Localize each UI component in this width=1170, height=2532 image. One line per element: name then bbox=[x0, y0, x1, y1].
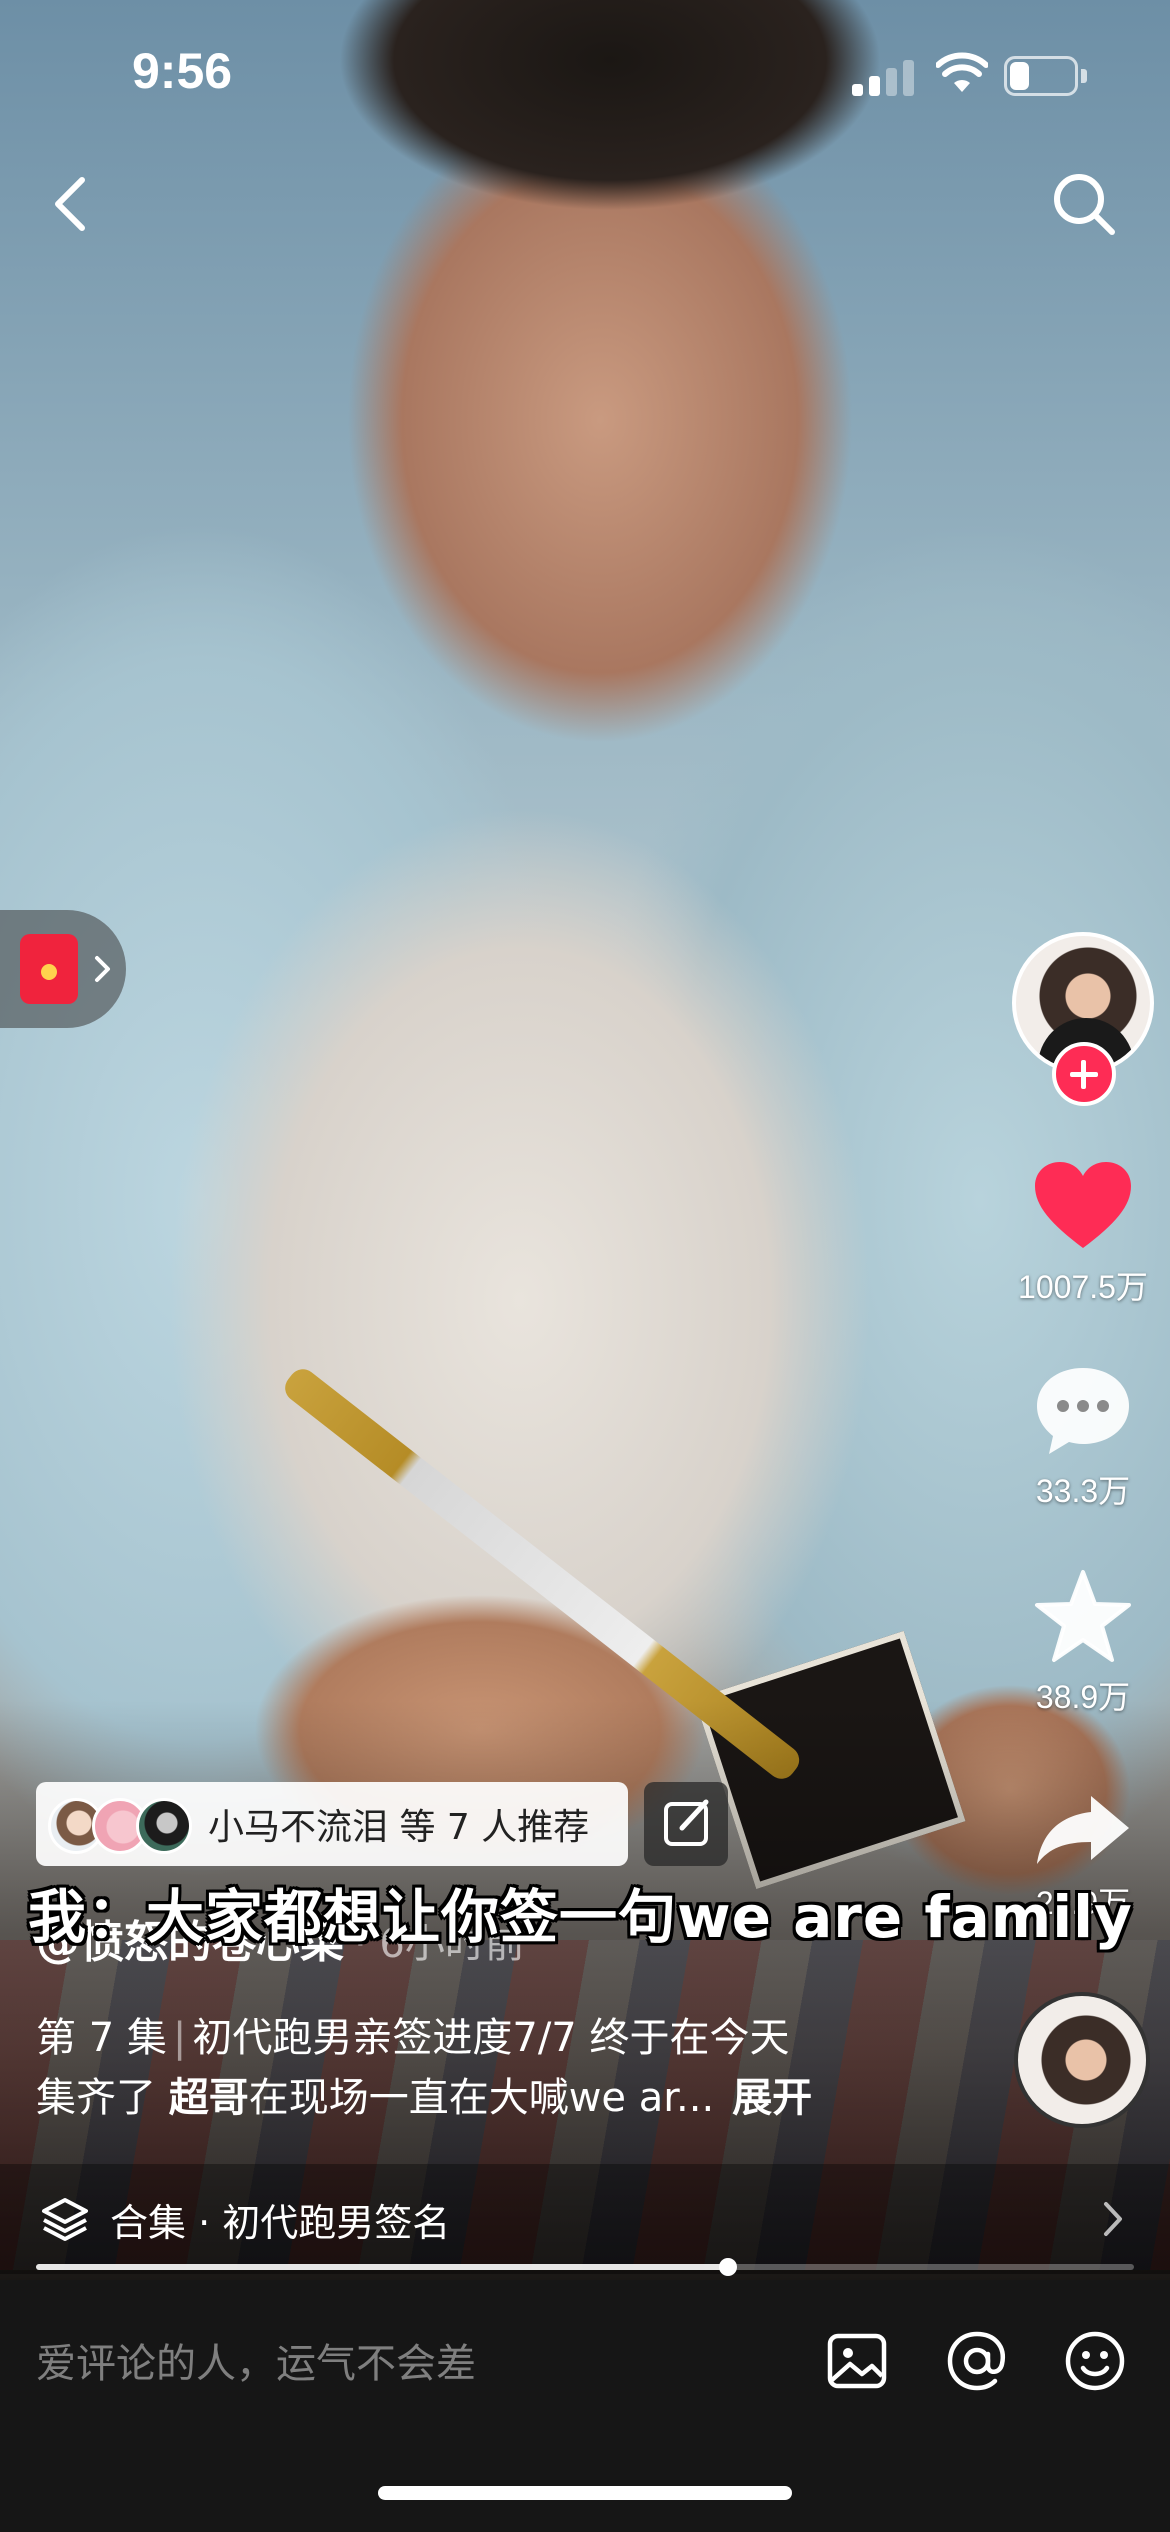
home-indicator[interactable] bbox=[378, 2486, 792, 2500]
share-arrow-icon bbox=[1037, 1796, 1129, 1864]
music-disc-avatar[interactable] bbox=[1014, 1992, 1150, 2128]
image-icon[interactable] bbox=[822, 2326, 892, 2396]
recommend-banner[interactable]: 小马不流泪 等 7 人推荐 bbox=[36, 1782, 628, 1866]
layers-icon bbox=[42, 2198, 88, 2241]
mention-link[interactable]: 超哥 bbox=[169, 2075, 249, 2121]
comment-bubble-icon bbox=[1037, 1368, 1129, 1454]
search-icon[interactable] bbox=[1050, 170, 1118, 238]
progress-fill bbox=[36, 2264, 728, 2270]
description-line2-post: 在现场一直在大喊we ar... bbox=[248, 2075, 715, 2121]
divider: | bbox=[172, 2015, 187, 2061]
comment-count: 33.3万 bbox=[1035, 1473, 1131, 1509]
wifi-icon bbox=[936, 52, 988, 92]
edit-recommend-button[interactable] bbox=[644, 1782, 728, 1866]
status-bar: 9:56 bbox=[0, 0, 1170, 150]
author-avatar-group bbox=[1012, 932, 1154, 1112]
video-progress-bar[interactable] bbox=[36, 2258, 1134, 2276]
video-subtitle: 我：大家都想让你签一句we are family bbox=[28, 1883, 1133, 1951]
red-packet-button[interactable] bbox=[0, 910, 126, 1028]
collection-bar[interactable]: 合集 · 初代跑男签名 bbox=[0, 2164, 1170, 2274]
chevron-right-icon bbox=[1104, 2202, 1122, 2236]
description-line2-pre: 集齐了 bbox=[36, 2075, 169, 2121]
progress-knob[interactable] bbox=[718, 2258, 737, 2276]
chevron-left-icon[interactable] bbox=[48, 172, 92, 236]
edit-icon bbox=[664, 1799, 709, 1846]
recommend-text: 小马不流泪 等 7 人推荐 bbox=[208, 1807, 590, 1848]
favorite-button[interactable]: 38.9万 bbox=[1003, 1568, 1163, 1718]
follow-plus-button[interactable] bbox=[1052, 1042, 1116, 1106]
at-icon[interactable] bbox=[942, 2326, 1012, 2396]
chevron-right-icon bbox=[95, 956, 110, 982]
expand-button[interactable]: 展开 bbox=[732, 2075, 812, 2121]
like-count: 1007.5万 bbox=[1018, 1269, 1148, 1305]
status-time: 9:56 bbox=[132, 43, 233, 99]
battery-icon bbox=[1004, 56, 1088, 96]
episode-label: 第 7 集 bbox=[36, 2015, 167, 2061]
favorite-count: 38.9万 bbox=[1035, 1679, 1131, 1715]
recommender-avatars bbox=[48, 1792, 204, 1856]
description-line1: 初代跑男亲签进度7/7 终于在今天 bbox=[192, 2015, 790, 2061]
cellular-signal-icon bbox=[852, 58, 914, 96]
red-envelope-icon bbox=[20, 934, 78, 1004]
emoji-icon[interactable] bbox=[1060, 2326, 1130, 2396]
comment-button[interactable]: 33.3万 bbox=[1003, 1362, 1163, 1512]
video-description[interactable]: 第 7 集 | 初代跑男亲签进度7/7 终于在今天 集齐了 超哥在现场一直在大喊we… bbox=[36, 2008, 896, 2128]
star-icon bbox=[1035, 1570, 1131, 1662]
heart-icon bbox=[1035, 1162, 1131, 1248]
collection-label: 合集 · 初代跑男签名 bbox=[110, 2200, 451, 2245]
like-button[interactable]: 1007.5万 bbox=[1003, 1158, 1163, 1308]
comment-input[interactable] bbox=[36, 2324, 776, 2404]
